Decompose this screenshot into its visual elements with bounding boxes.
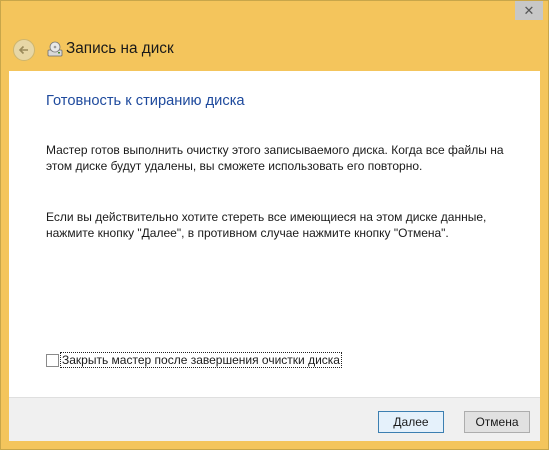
cancel-button[interactable]: Отмена [464,411,530,433]
wizard-header: Запись на диск [9,31,540,71]
close-wizard-checkbox[interactable] [46,353,59,367]
page-heading: Готовность к стиранию диска [46,93,245,109]
close-icon: ✕ [523,2,535,18]
wizard-window: ✕ Запись на диск Готовность к стиранию д… [0,0,549,450]
back-arrow-icon [18,45,28,55]
content-panel: Готовность к стиранию диска Мастер готов… [9,71,540,397]
next-button[interactable]: Далее [378,411,444,433]
close-wizard-label[interactable]: Закрыть мастер после завершения очистки … [60,352,342,368]
wizard-title: Запись на диск [66,40,174,57]
description-text: Мастер готов выполнить очистку этого зап… [46,143,504,173]
disc-burn-icon [47,41,63,57]
close-wizard-option[interactable]: Закрыть мастер после завершения очистки … [46,352,342,368]
close-button[interactable]: ✕ [515,1,543,20]
back-button[interactable] [13,39,35,61]
instruction-text: Если вы действительно хотите стереть все… [46,210,487,240]
button-bar: Далее Отмена [9,397,540,441]
title-bar: ✕ [1,1,548,31]
